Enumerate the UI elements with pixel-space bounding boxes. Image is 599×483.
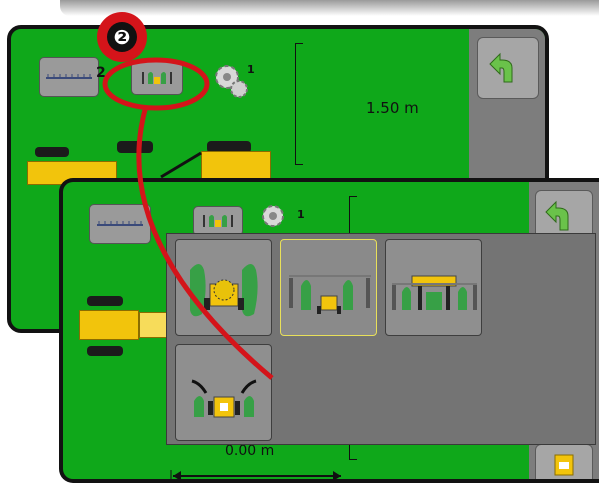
width-arrow bbox=[169, 467, 345, 479]
option-rear-boom[interactable] bbox=[280, 239, 377, 336]
wheel bbox=[35, 147, 69, 157]
rear-boom-mode-icon bbox=[142, 72, 172, 84]
option-trailed-sprayer[interactable] bbox=[175, 344, 272, 441]
rear-boom-mode-icon bbox=[289, 275, 371, 314]
vehicle-mode-popup bbox=[166, 233, 596, 445]
front-spreader-mode-icon bbox=[190, 264, 258, 317]
vehicle-body bbox=[79, 310, 139, 340]
double-arrow-icon bbox=[170, 470, 341, 479]
wheel bbox=[87, 346, 123, 356]
boom-icon bbox=[97, 221, 143, 226]
option-wide-boom[interactable] bbox=[385, 239, 482, 336]
vehicle-top-icon bbox=[554, 454, 574, 476]
top-shadow bbox=[60, 0, 599, 16]
trailed-sprayer-mode-icon bbox=[191, 379, 257, 418]
vehicle-view-button[interactable] bbox=[535, 444, 593, 479]
boom-count: 2 bbox=[96, 65, 106, 81]
step-number: ❷ bbox=[107, 22, 137, 52]
width-bracket bbox=[295, 43, 303, 165]
section-count: 1 bbox=[297, 208, 305, 221]
width-value: 1.50 m bbox=[366, 99, 419, 117]
vehicle-mode-button[interactable] bbox=[131, 61, 183, 95]
vehicle-cab bbox=[201, 151, 271, 179]
boom-select-button[interactable] bbox=[39, 57, 99, 97]
undo-arrow-icon bbox=[545, 200, 569, 231]
step-badge: ❷ bbox=[97, 12, 147, 62]
boom-select-button[interactable] bbox=[89, 204, 151, 244]
section-count: 1 bbox=[247, 63, 255, 76]
width-bracket bbox=[349, 196, 357, 236]
vehicle-mode-button[interactable] bbox=[193, 206, 243, 236]
undo-button[interactable] bbox=[477, 37, 539, 99]
vehicle-hitch bbox=[139, 312, 169, 338]
width-value: 0.00 m bbox=[225, 443, 275, 459]
wheel bbox=[87, 296, 123, 306]
boom-icon bbox=[46, 74, 92, 79]
wide-boom-mode-icon bbox=[392, 275, 477, 310]
rear-boom-mode-icon bbox=[203, 215, 233, 227]
option-front-spreader[interactable] bbox=[175, 239, 272, 336]
undo-arrow-icon bbox=[489, 52, 513, 83]
wheel bbox=[117, 141, 153, 153]
